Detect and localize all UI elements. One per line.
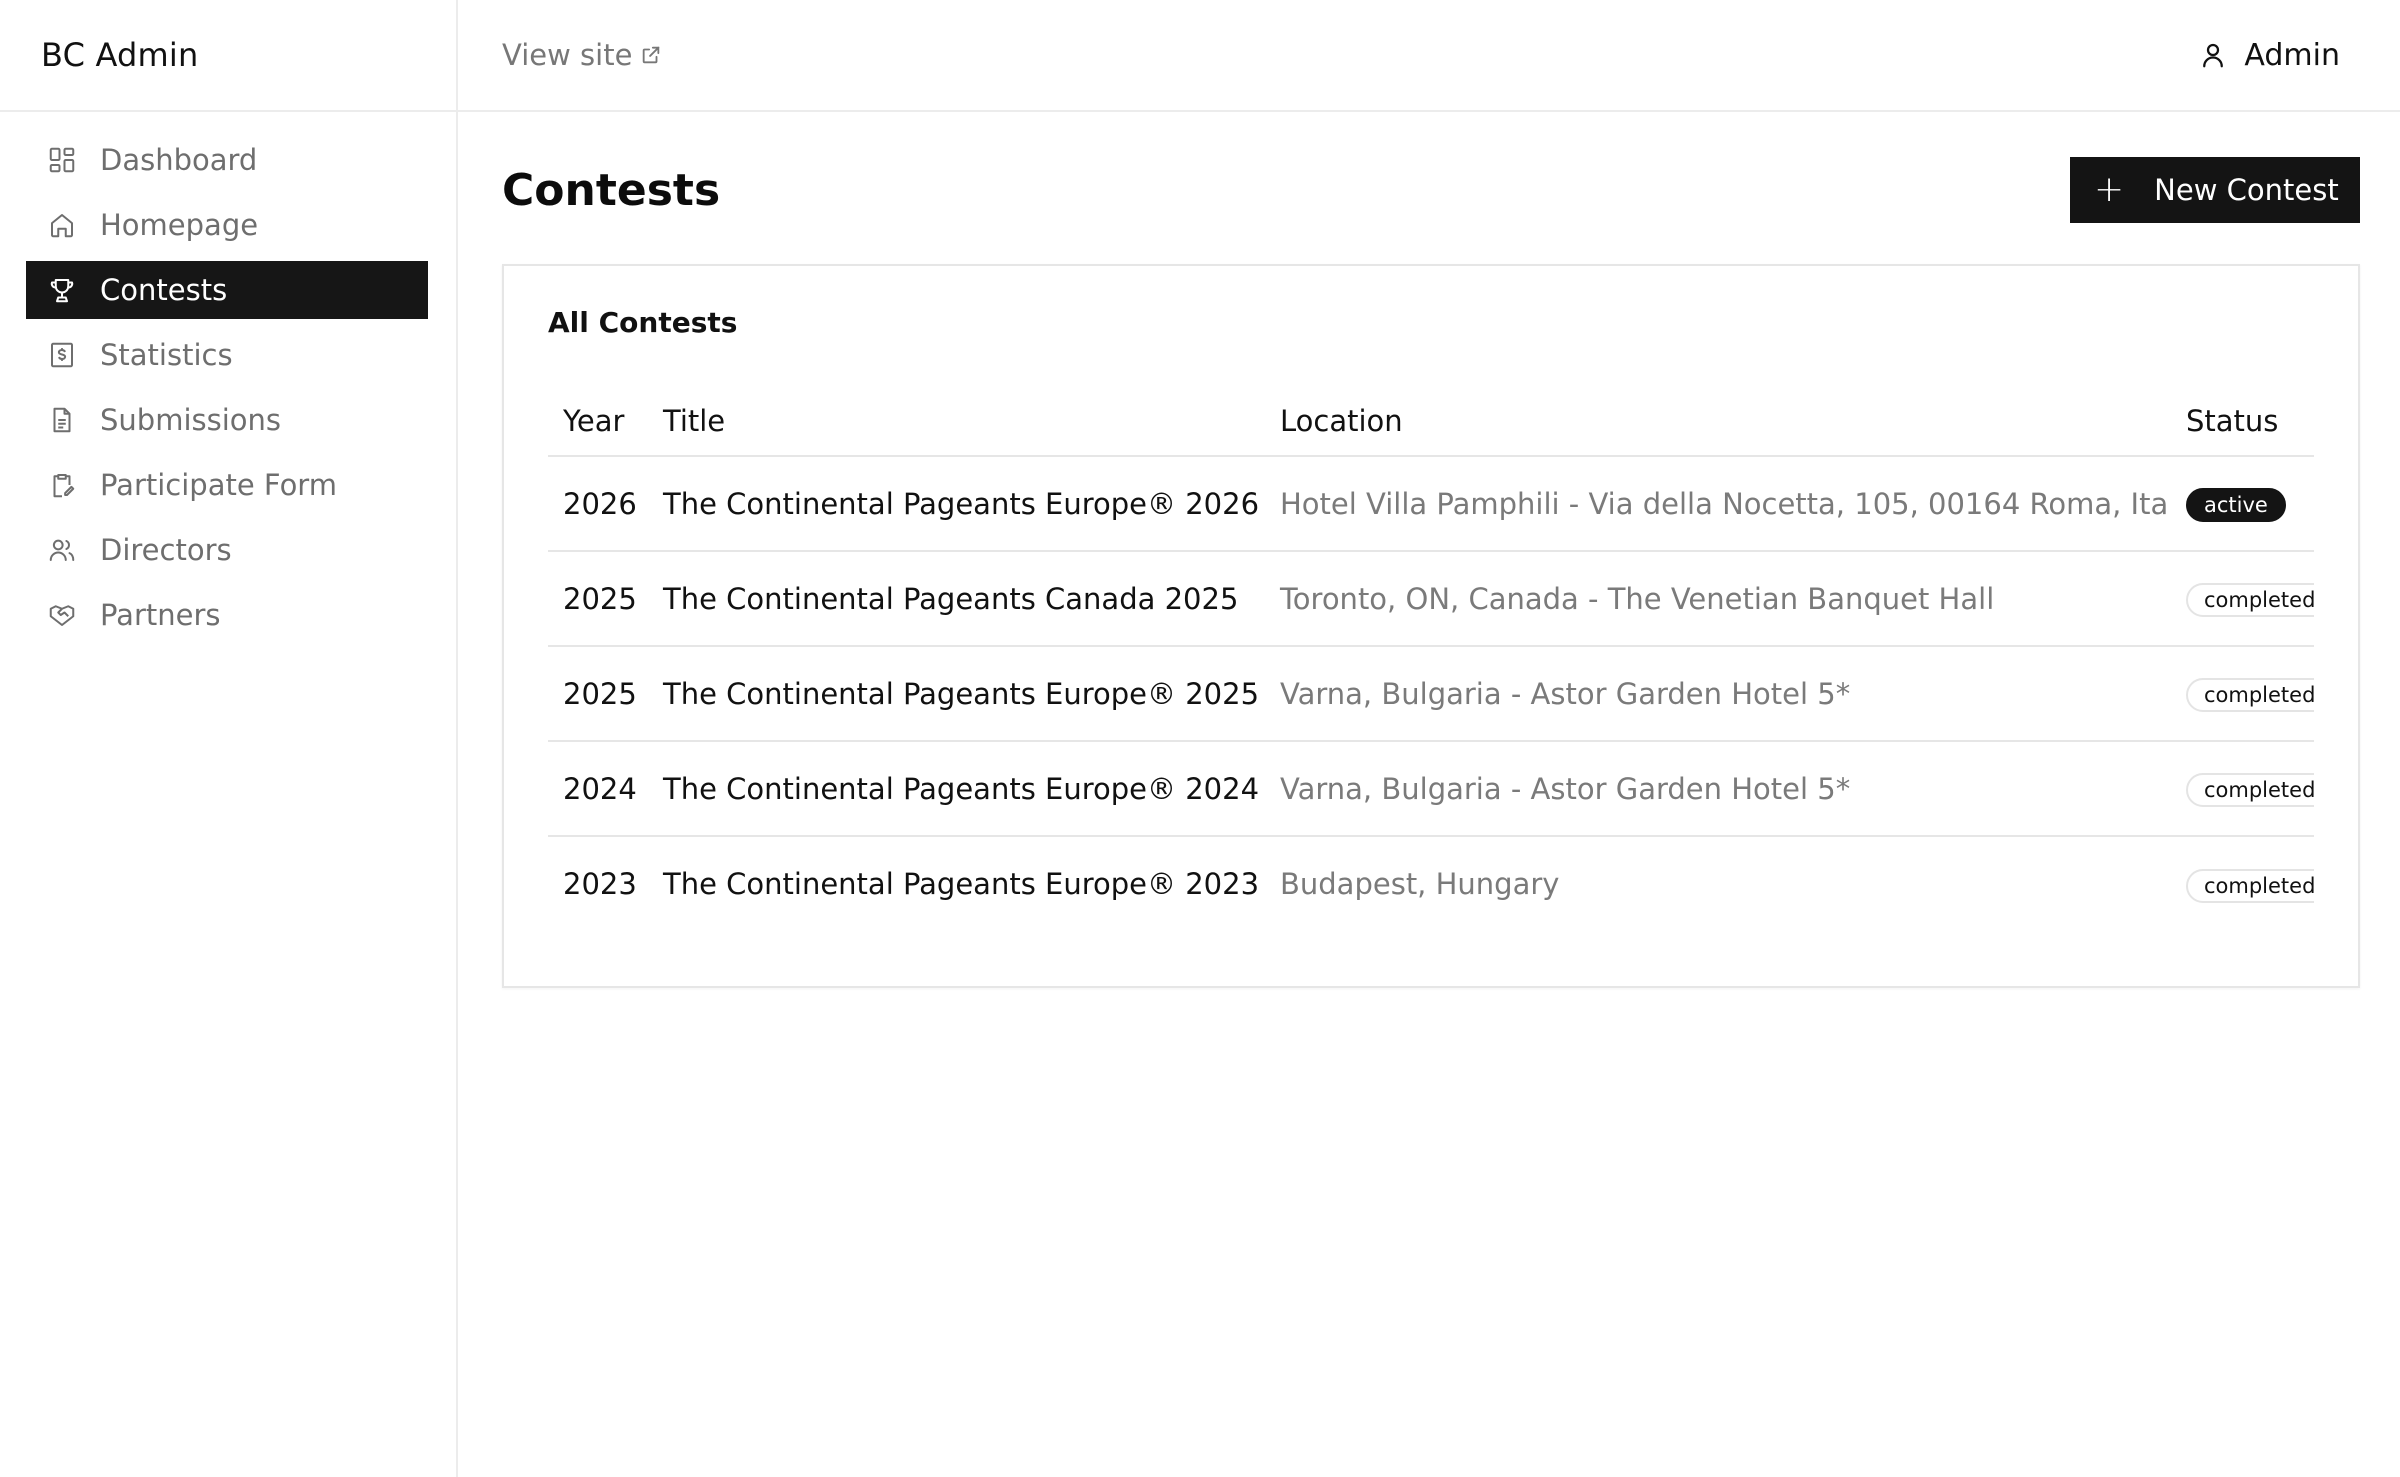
view-site-label: View site (502, 38, 633, 72)
cell-location: Toronto, ON, Canada - The Venetian Banqu… (1265, 551, 2171, 647)
brand-title: BC Admin (0, 0, 456, 112)
sidebar-item-label: Submissions (100, 403, 282, 437)
table-row[interactable]: 2025 The Continental Pageants Europe® 20… (548, 646, 2314, 742)
cell-year: 2023 (563, 867, 637, 901)
table-row[interactable]: 2025 The Continental Pageants Canada 202… (548, 551, 2314, 647)
home-icon (47, 210, 77, 240)
handshake-icon (47, 600, 77, 630)
view-site-link[interactable]: View site (502, 38, 662, 72)
sidebar-item-directors[interactable]: Directors (26, 521, 428, 579)
status-badge: active (2186, 488, 2286, 522)
sidebar-item-label: Partners (100, 598, 221, 632)
cell-status: completed (2171, 551, 2314, 647)
cell-year: 2025 (548, 551, 648, 647)
external-link-icon (643, 46, 660, 64)
contests-card: All Contests Year Title Location Status … (502, 264, 2360, 988)
cell-year: 2024 (548, 741, 648, 837)
cell-location: Varna, Bulgaria - Astor Garden Hotel 5* (1265, 646, 2171, 742)
sidebar-item-statistics[interactable]: Statistics (26, 326, 428, 384)
cell-title: The Continental Pageants Canada 2025 (648, 551, 1265, 647)
clipboard-edit-icon (47, 470, 77, 500)
sidebar-item-label: Dashboard (100, 143, 258, 177)
sidebar-item-label: Statistics (100, 338, 233, 372)
contests-table: Year Title Location Status 2026 The Cont… (548, 386, 2314, 931)
sidebar-item-label: Homepage (100, 208, 259, 242)
sidebar-item-dashboard[interactable]: Dashboard (26, 131, 428, 189)
column-header-status[interactable]: Status (2171, 386, 2314, 457)
table-row[interactable]: 2023 The Continental Pageants Europe® 20… (548, 836, 2314, 931)
document-icon (47, 405, 77, 435)
cell-location: Varna, Bulgaria - Astor Garden Hotel 5* (1265, 741, 2171, 837)
sidebar-item-partners[interactable]: Partners (26, 586, 428, 644)
sidebar-item-submissions[interactable]: Submissions (26, 391, 428, 449)
sidebar-item-homepage[interactable]: Homepage (26, 196, 428, 254)
trophy-icon (47, 275, 77, 305)
status-badge: completed (2186, 678, 2314, 712)
new-contest-label: New Contest (2154, 173, 2339, 207)
cell-location: Hotel Villa Pamphili - Via della Nocetta… (1265, 456, 2171, 552)
user-menu[interactable]: Admin (2198, 38, 2340, 73)
cell-title: The Continental Pageants Europe® 2025 (648, 646, 1265, 742)
sidebar-item-label: Participate Form (100, 468, 337, 502)
cell-year: 2026 (548, 456, 648, 552)
sidebar-nav: Dashboard Homepage Contests Statistics S… (0, 112, 456, 644)
plus-icon: + (2094, 169, 2125, 210)
dollar-receipt-icon (47, 340, 77, 370)
users-icon (47, 535, 77, 565)
page-title: Contests (502, 164, 721, 216)
top-bar: View site Admin (458, 0, 2400, 112)
sidebar-item-participate-form[interactable]: Participate Form (26, 456, 428, 514)
cell-location: Budapest, Hungary (1280, 867, 1560, 901)
new-contest-button[interactable]: + New Contest (2070, 157, 2360, 223)
column-header-year[interactable]: Year (548, 386, 648, 457)
sidebar-item-label: Directors (100, 533, 232, 567)
page-header: Contests + New Contest (502, 156, 2360, 224)
cell-year: 2025 (548, 646, 648, 742)
status-badge: completed (2186, 583, 2314, 617)
sidebar: BC Admin Dashboard Homepage Contests Sta… (0, 0, 458, 1477)
cell-title: The Continental Pageants Europe® 2024 (648, 741, 1265, 837)
cell-status: active (2171, 456, 2314, 552)
status-badge: completed (2186, 773, 2314, 807)
status-badge: completed (2186, 868, 2314, 903)
cell-title: The Continental Pageants Europe® 2026 (648, 456, 1265, 552)
contests-table-wrap: Year Title Location Status 2026 The Cont… (548, 386, 2314, 931)
sidebar-item-label: Contests (100, 273, 228, 307)
cell-title: The Continental Pageants Europe® 2023 (663, 867, 1260, 901)
main-content: Contests + New Contest All Contests Year… (458, 112, 2400, 1477)
sidebar-item-contests[interactable]: Contests (26, 261, 428, 319)
column-header-title[interactable]: Title (648, 386, 1265, 457)
table-row[interactable]: 2026 The Continental Pageants Europe® 20… (548, 456, 2314, 552)
user-name: Admin (2244, 37, 2340, 73)
user-icon (2203, 43, 2224, 68)
card-title: All Contests (548, 306, 738, 339)
grid-icon (47, 145, 77, 175)
admin-app: BC Admin Dashboard Homepage Contests Sta… (0, 0, 2400, 1477)
table-row[interactable]: 2024 The Continental Pageants Europe® 20… (548, 741, 2314, 837)
cell-status: completed (2171, 646, 2314, 742)
cell-status: completed (2171, 741, 2314, 837)
table-header-row: Year Title Location Status (548, 386, 2314, 457)
column-header-location[interactable]: Location (1265, 386, 2171, 457)
cell-status: completed (2171, 836, 2314, 931)
